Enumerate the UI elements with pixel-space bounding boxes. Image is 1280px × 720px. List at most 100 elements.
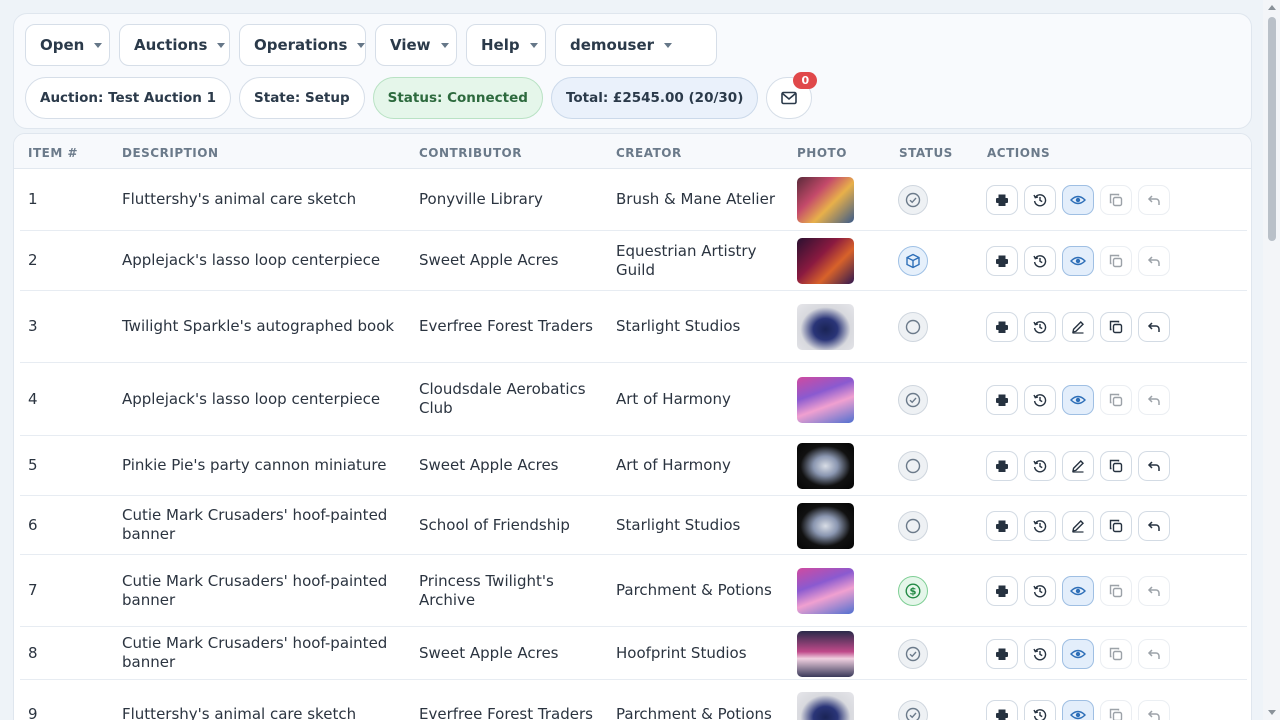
- undo-icon: [1147, 459, 1161, 473]
- history-button[interactable]: [1024, 451, 1056, 481]
- print-button[interactable]: [986, 510, 1018, 541]
- status-check-icon: [898, 185, 928, 215]
- item-cell: 7: [28, 581, 38, 599]
- item-photo[interactable]: [797, 443, 854, 489]
- copy-button[interactable]: [1100, 246, 1132, 276]
- copy-button[interactable]: [1100, 700, 1132, 720]
- history-button[interactable]: [1024, 384, 1056, 415]
- print-button[interactable]: [986, 638, 1018, 669]
- operations-menu-button[interactable]: Operations: [239, 24, 366, 66]
- eye-icon: [1070, 194, 1086, 206]
- state-pill[interactable]: State: Setup: [239, 77, 365, 119]
- table-row[interactable]: 4 Applejack's lasso loop centerpiece Cloud…: [20, 363, 1247, 436]
- undo-button[interactable]: [1138, 700, 1170, 720]
- item-cell: 2: [28, 251, 38, 269]
- description-cell: Pinkie Pie's party cannon miniature: [122, 456, 387, 474]
- scroll-up-arrow[interactable]: [1268, 5, 1276, 10]
- view-button[interactable]: [1062, 576, 1094, 606]
- history-button[interactable]: [1024, 576, 1056, 606]
- item-photo[interactable]: [797, 630, 854, 677]
- print-icon: [995, 708, 1009, 720]
- print-icon: [995, 584, 1009, 598]
- history-button[interactable]: [1024, 312, 1056, 342]
- print-button[interactable]: [986, 451, 1018, 481]
- status-check-icon: [898, 700, 928, 720]
- messages-button[interactable]: 0: [766, 72, 818, 119]
- view-button[interactable]: [1062, 638, 1094, 669]
- pencil-icon: [1071, 519, 1085, 533]
- copy-button[interactable]: [1100, 510, 1132, 541]
- item-cell: 5: [28, 456, 38, 474]
- view-button[interactable]: [1062, 246, 1094, 276]
- undo-button[interactable]: [1138, 638, 1170, 669]
- scrollbar[interactable]: [1263, 0, 1280, 720]
- chevron-down-icon: [440, 42, 449, 48]
- history-button[interactable]: [1024, 246, 1056, 276]
- table-row[interactable]: 1 Fluttershy's animal care sketch Ponyvill…: [20, 169, 1247, 231]
- print-button[interactable]: [986, 312, 1018, 342]
- undo-button[interactable]: [1138, 312, 1170, 342]
- edit-button[interactable]: [1062, 451, 1094, 481]
- row-actions: [986, 510, 1170, 541]
- scroll-thumb[interactable]: [1268, 17, 1276, 241]
- undo-button[interactable]: [1138, 185, 1170, 215]
- svg-text:$: $: [910, 587, 917, 598]
- eye-icon: [1070, 394, 1086, 406]
- contributor-cell: Cloudsdale Aerobatics Club: [419, 380, 586, 417]
- copy-button[interactable]: [1100, 638, 1132, 669]
- table-row[interactable]: 3 Twilight Sparkle's autographed book Ever…: [20, 291, 1247, 363]
- auctions-menu-button[interactable]: Auctions: [119, 24, 230, 66]
- table-row[interactable]: 9 Fluttershy's animal care sketch Everfree…: [20, 680, 1247, 720]
- table-row[interactable]: 5 Pinkie Pie's party cannon miniature Swee…: [20, 436, 1247, 496]
- copy-icon: [1109, 584, 1123, 598]
- history-button[interactable]: [1024, 700, 1056, 720]
- item-photo[interactable]: [797, 502, 854, 549]
- view-menu-button[interactable]: View: [375, 24, 457, 66]
- item-photo[interactable]: [797, 568, 854, 614]
- print-button[interactable]: [986, 246, 1018, 276]
- item-photo[interactable]: [797, 238, 854, 284]
- print-button[interactable]: [986, 700, 1018, 720]
- view-button[interactable]: [1062, 185, 1094, 215]
- description-cell: Cutie Mark Crusaders' hoof-painted banne…: [122, 506, 388, 543]
- copy-button[interactable]: [1100, 312, 1132, 342]
- item-photo[interactable]: [797, 692, 854, 720]
- print-button[interactable]: [986, 384, 1018, 415]
- undo-button[interactable]: [1138, 510, 1170, 541]
- auction-pill[interactable]: Auction: Test Auction 1: [25, 77, 232, 119]
- undo-button[interactable]: [1138, 384, 1170, 415]
- table-row[interactable]: 6 Cutie Mark Crusaders' hoof-painted bann…: [20, 496, 1247, 555]
- row-actions: [986, 638, 1170, 669]
- undo-button[interactable]: [1138, 576, 1170, 606]
- edit-button[interactable]: [1062, 312, 1094, 342]
- history-button[interactable]: [1024, 185, 1056, 215]
- open-menu-button[interactable]: Open: [25, 24, 110, 66]
- copy-button[interactable]: [1100, 384, 1132, 415]
- copy-button[interactable]: [1100, 451, 1132, 481]
- scroll-down-arrow[interactable]: [1268, 710, 1276, 715]
- copy-button[interactable]: [1100, 185, 1132, 215]
- history-button[interactable]: [1024, 638, 1056, 669]
- undo-button[interactable]: [1138, 246, 1170, 276]
- help-menu-button[interactable]: Help: [466, 24, 546, 66]
- table-row[interactable]: 2 Applejack's lasso loop centerpiece Sweet…: [20, 231, 1247, 291]
- copy-button[interactable]: [1100, 576, 1132, 606]
- history-button[interactable]: [1024, 510, 1056, 541]
- item-cell: 9: [28, 705, 38, 720]
- edit-button[interactable]: [1062, 510, 1094, 541]
- undo-icon: [1147, 320, 1161, 334]
- column-header: CONTRIBUTOR: [419, 146, 522, 160]
- print-button[interactable]: [986, 576, 1018, 606]
- user-menu-button[interactable]: demouser: [555, 24, 717, 66]
- item-photo[interactable]: [797, 304, 854, 350]
- table-row[interactable]: 8 Cutie Mark Crusaders' hoof-painted bann…: [20, 627, 1247, 680]
- item-photo[interactable]: [797, 177, 854, 223]
- pencil-icon: [1071, 320, 1085, 334]
- table-row[interactable]: 7 Cutie Mark Crusaders' hoof-painted bann…: [20, 555, 1247, 627]
- print-button[interactable]: [986, 185, 1018, 215]
- item-photo[interactable]: [797, 376, 854, 423]
- undo-button[interactable]: [1138, 451, 1170, 481]
- row-actions: [986, 451, 1170, 481]
- view-button[interactable]: [1062, 384, 1094, 415]
- view-button[interactable]: [1062, 700, 1094, 720]
